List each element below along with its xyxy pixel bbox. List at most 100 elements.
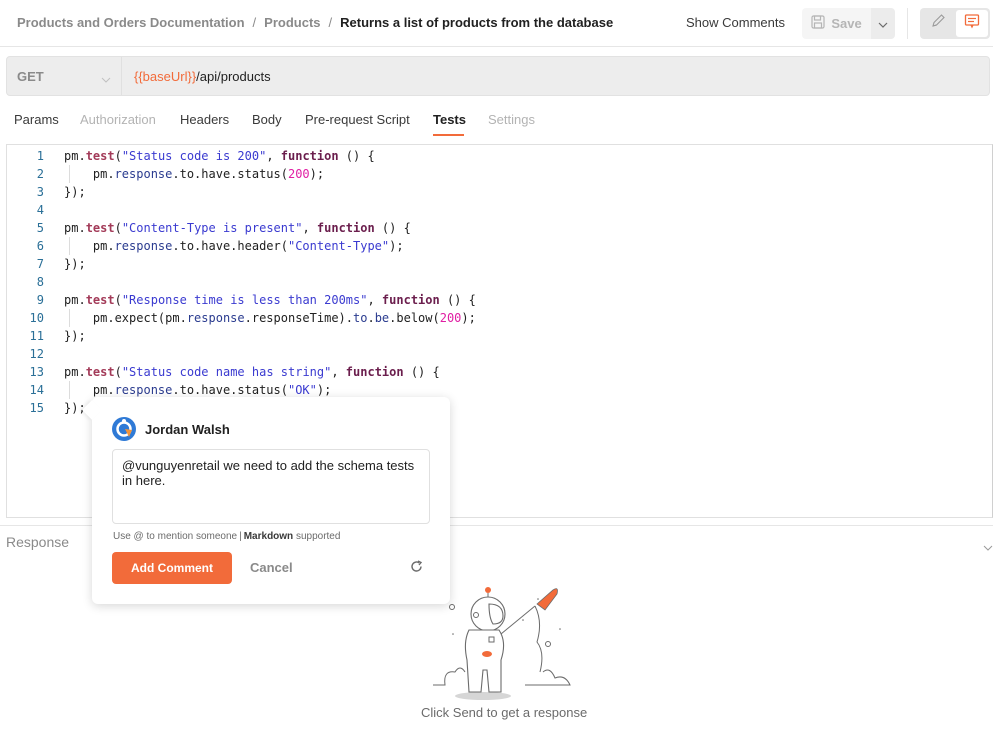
save-button[interactable]: Save bbox=[802, 8, 871, 39]
line-number: 14 bbox=[29, 383, 44, 397]
code-token: "Status code name has string" bbox=[121, 365, 332, 379]
line-number: 11 bbox=[29, 329, 44, 343]
code-token: . bbox=[367, 311, 375, 325]
code-token: pm. bbox=[64, 383, 115, 397]
line-number: 13 bbox=[29, 365, 44, 379]
comment-input[interactable]: @vunguyenretail we need to add the schem… bbox=[112, 449, 430, 524]
code-line[interactable]: 11}); bbox=[7, 327, 992, 345]
add-comment-button[interactable]: Add Comment bbox=[112, 552, 232, 584]
tab-params[interactable]: Params bbox=[14, 112, 59, 127]
tab-settings[interactable]: Settings bbox=[488, 112, 535, 127]
code-text: pm.test("Content-Type is present", funct… bbox=[64, 219, 411, 237]
comment-icon bbox=[964, 13, 980, 34]
code-token: }); bbox=[64, 257, 86, 271]
method-select[interactable]: GET bbox=[7, 57, 122, 95]
code-token: ); bbox=[316, 383, 332, 397]
show-comments-button[interactable]: Show Comments bbox=[686, 15, 785, 30]
active-tab-indicator bbox=[433, 134, 464, 136]
code-token: }); bbox=[64, 185, 86, 199]
code-line[interactable]: 3}); bbox=[7, 183, 992, 201]
breadcrumb-collection[interactable]: Products and Orders Documentation bbox=[17, 15, 245, 30]
code-token: .to.have.status( bbox=[172, 383, 288, 397]
url-variable: {{baseUrl}} bbox=[134, 69, 197, 84]
code-token: "Response time is less than 200ms" bbox=[121, 293, 368, 307]
tab-headers[interactable]: Headers bbox=[180, 112, 229, 127]
code-token: ); bbox=[461, 311, 476, 325]
chevron-down-icon bbox=[101, 71, 111, 86]
code-token: to bbox=[353, 311, 368, 325]
line-number: 2 bbox=[36, 167, 44, 181]
code-token: .responseTime). bbox=[244, 311, 353, 325]
code-line[interactable]: 6 pm.response.to.have.header("Content-Ty… bbox=[7, 237, 992, 255]
breadcrumb-folder[interactable]: Products bbox=[264, 15, 320, 30]
chevron-down-icon bbox=[878, 15, 888, 33]
code-line[interactable]: 5 pm.test("Content-Type is present", func… bbox=[7, 219, 992, 237]
line-number: 4 bbox=[36, 203, 44, 217]
tab-authorization[interactable]: Authorization bbox=[80, 112, 156, 127]
tab-tests[interactable]: Tests bbox=[433, 112, 466, 127]
code-token: 200 bbox=[439, 311, 462, 325]
code-token: function bbox=[345, 365, 404, 379]
code-line[interactable]: 13 pm.test("Status code name has string",… bbox=[7, 363, 992, 381]
comment-author: Jordan Walsh bbox=[145, 422, 230, 437]
url-path: /api/products bbox=[196, 69, 271, 84]
code-token: ); bbox=[389, 239, 404, 253]
code-line[interactable]: 8 bbox=[7, 273, 992, 291]
line-number: 9 bbox=[36, 293, 44, 307]
code-line[interactable]: 1 pm.test("Status code is 200", function … bbox=[7, 147, 992, 165]
code-line[interactable]: 10 pm.expect(pm.response.responseTime).t… bbox=[7, 309, 992, 327]
url-input[interactable]: {{baseUrl}}/api/products bbox=[134, 69, 271, 84]
code-token: 200 bbox=[287, 167, 310, 181]
tab-body[interactable]: Body bbox=[252, 112, 282, 127]
floppy-disk-icon bbox=[811, 15, 825, 32]
line-number: 10 bbox=[29, 311, 44, 325]
code-line[interactable]: 7}); bbox=[7, 255, 992, 273]
code-token: response bbox=[114, 167, 173, 181]
code-token: pm. bbox=[64, 239, 115, 253]
mode-toggle bbox=[920, 8, 990, 39]
code-line[interactable]: 2 pm.response.to.have.status(200); bbox=[7, 165, 992, 183]
markdown-label: Markdown bbox=[243, 531, 294, 542]
comment-mode-button[interactable] bbox=[956, 10, 988, 37]
code-token: "OK" bbox=[287, 383, 317, 397]
pencil-icon bbox=[930, 13, 946, 34]
code-line[interactable]: 9 pm.test("Response time is less than 200… bbox=[7, 291, 992, 309]
refresh-icon[interactable] bbox=[410, 560, 423, 578]
code-token: "Content-Type" bbox=[287, 239, 390, 253]
cancel-button[interactable]: Cancel bbox=[250, 560, 293, 575]
code-line[interactable]: 4 bbox=[7, 201, 992, 219]
top-bar: Products and Orders Documentation / Produc… bbox=[0, 0, 993, 47]
line-number: 7 bbox=[36, 257, 44, 271]
response-heading: Response bbox=[6, 534, 70, 550]
empty-response-message: Click Send to get a response bbox=[421, 705, 588, 720]
code-token: function bbox=[280, 149, 339, 163]
code-token: pm. bbox=[64, 149, 86, 163]
code-token: ( bbox=[114, 365, 122, 379]
code-line[interactable]: 12 bbox=[7, 345, 992, 363]
chevron-down-icon[interactable] bbox=[983, 538, 993, 556]
code-text: pm.test("Status code is 200", function (… bbox=[64, 147, 375, 165]
code-token: () { bbox=[338, 149, 375, 163]
line-number: 6 bbox=[36, 239, 44, 253]
code-text: pm.response.to.have.status(200); bbox=[64, 165, 324, 183]
code-token: test bbox=[85, 221, 115, 235]
request-url-bar: GET {{baseUrl}}/api/products bbox=[6, 56, 990, 96]
edit-mode-button[interactable] bbox=[920, 8, 955, 39]
tab-pre-request-script[interactable]: Pre-request Script bbox=[305, 112, 410, 127]
save-options-button[interactable] bbox=[871, 8, 895, 39]
code-token: "Content-Type is present" bbox=[121, 221, 303, 235]
line-number: 8 bbox=[36, 275, 44, 289]
code-token: pm. bbox=[64, 365, 86, 379]
line-number: 3 bbox=[36, 185, 44, 199]
divider bbox=[907, 8, 908, 39]
user-avatar-icon bbox=[112, 417, 136, 441]
code-token: response bbox=[114, 383, 173, 397]
line-number: 5 bbox=[36, 221, 44, 235]
method-value: GET bbox=[17, 68, 44, 84]
code-token: response bbox=[114, 239, 173, 253]
code-token: }); bbox=[64, 329, 86, 343]
breadcrumb-request[interactable]: Returns a list of products from the data… bbox=[340, 15, 613, 30]
code-token: , bbox=[367, 293, 382, 307]
comment-popover: Jordan Walsh @vunguyenretail we need to … bbox=[82, 397, 450, 604]
code-token: function bbox=[381, 293, 440, 307]
